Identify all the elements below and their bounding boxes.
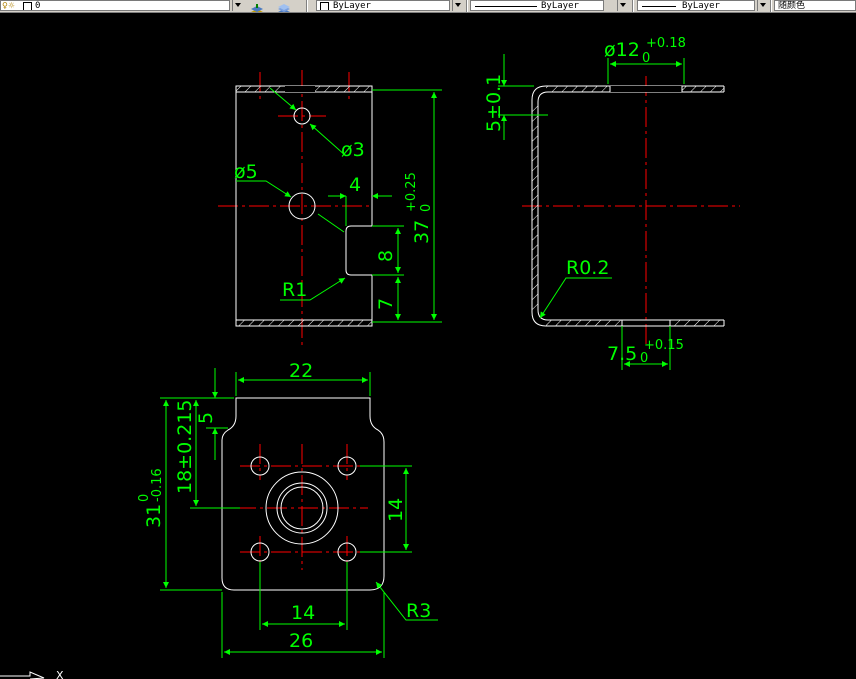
layer-dropdown[interactable]: ♀☼ 0: [0, 0, 230, 11]
linetype-value: ByLayer: [541, 1, 579, 11]
dim-dia12: ø12: [604, 39, 640, 61]
bottom-view-outline: [221, 397, 385, 591]
side-view-centerlines: [522, 76, 740, 344]
side-view: ø12 +0.18 0 5±0.1 R0.2 7.5 +0.15 0: [483, 36, 740, 370]
side-view-top-hatch-right: [682, 86, 724, 92]
dim-37: 37: [411, 220, 433, 244]
dim-r1: R1: [282, 279, 307, 301]
dim-r02: R0.2: [566, 257, 609, 279]
plotstyle-value: 随颜色: [778, 1, 806, 11]
color-value: ByLayer: [333, 1, 371, 11]
ucs-x-label: X: [56, 669, 64, 679]
side-view-bottom-hatch-left: [546, 320, 622, 326]
dim-7-5-tol-lower: 0: [640, 351, 648, 366]
layer-value: 0: [35, 1, 41, 11]
dim-7-5: 7.5: [607, 343, 637, 365]
ucs-icon: X: [0, 669, 64, 679]
bottom-view: 22 5 18±0.215 31 0 -0.16 14 14 26 R3: [137, 360, 438, 658]
side-view-top-hatch-left: [546, 86, 610, 92]
dim-14-horizontal: 14: [291, 602, 315, 624]
linetype-dropdown-arrow[interactable]: [617, 0, 628, 11]
toolbar-separator: [770, 0, 772, 12]
drawing-canvas[interactable]: ø3 ø5 4 R1 8 7 37 +0.25 0 ø12 +0.18 0 5±…: [0, 13, 856, 679]
color-dropdown-arrow[interactable]: [452, 0, 463, 11]
layer-previous-icon[interactable]: [277, 0, 291, 12]
dim-18: 18±0.215: [174, 400, 196, 495]
dim-14-vertical: 14: [385, 498, 407, 522]
dim-dia3: ø3: [341, 139, 365, 161]
front-view: ø3 ø5 4 R1 8 7 37 +0.25 0: [218, 70, 442, 346]
side-view-wall-hatch: [532, 102, 538, 310]
layer-color-swatch: [23, 2, 32, 10]
plotstyle-control-dropdown[interactable]: 随颜色: [774, 0, 856, 11]
dim-dia12-tol-upper: +0.18: [646, 36, 686, 51]
linetype-preview-line: [475, 6, 537, 7]
toolbar-separator: [466, 0, 468, 12]
lineweight-value: ByLayer: [682, 1, 720, 11]
side-view-top-gap: [610, 86, 682, 92]
layer-dropdown-arrow[interactable]: [232, 0, 243, 11]
dim-r3: R3: [406, 600, 431, 622]
front-view-bottom-hatch: [236, 320, 372, 326]
dim-8: 8: [375, 250, 397, 262]
layer-state-icons: ♀☼: [2, 1, 16, 10]
dim-4: 4: [349, 174, 361, 196]
dim-22: 22: [289, 360, 313, 382]
linetype-control-dropdown[interactable]: ByLayer: [470, 0, 604, 11]
dim-31-tol-lower: -0.16: [150, 468, 165, 502]
dim-7: 7: [375, 298, 397, 310]
dim-37-tol-upper: +0.25: [404, 172, 419, 212]
dim-7-5-tol-upper: +0.15: [644, 338, 684, 353]
dim-31: 31: [143, 504, 165, 528]
toolbar-separator: [632, 0, 634, 12]
color-swatch: [320, 2, 329, 10]
front-view-hatch-gap: [285, 86, 315, 92]
toolbar-separator: [306, 0, 308, 12]
side-view-bottom-hatch-right: [670, 320, 724, 326]
properties-toolbar: ♀☼ 0 ByLayer ByLayer ByLayer 随颜色: [0, 0, 856, 13]
dim-5-tol: 5±0.1: [483, 74, 505, 132]
color-control-dropdown[interactable]: ByLayer: [316, 0, 450, 11]
dim-37-tol-lower: 0: [419, 204, 434, 212]
lineweight-control-dropdown[interactable]: ByLayer: [637, 0, 755, 11]
dim-5: 5: [195, 412, 217, 424]
dim-dia5: ø5: [234, 161, 258, 183]
lineweight-dropdown-arrow[interactable]: [757, 0, 768, 11]
dim-dia12-tol-lower: 0: [642, 51, 650, 66]
bottom-view-dimension-text: 22 5 18±0.215 31 0 -0.16 14 14 26 R3: [137, 360, 431, 652]
lineweight-preview-line: [642, 6, 676, 7]
make-object-layer-current-icon[interactable]: [250, 0, 264, 12]
bottom-view-centerlines: [236, 444, 368, 570]
dim-26: 26: [289, 630, 313, 652]
